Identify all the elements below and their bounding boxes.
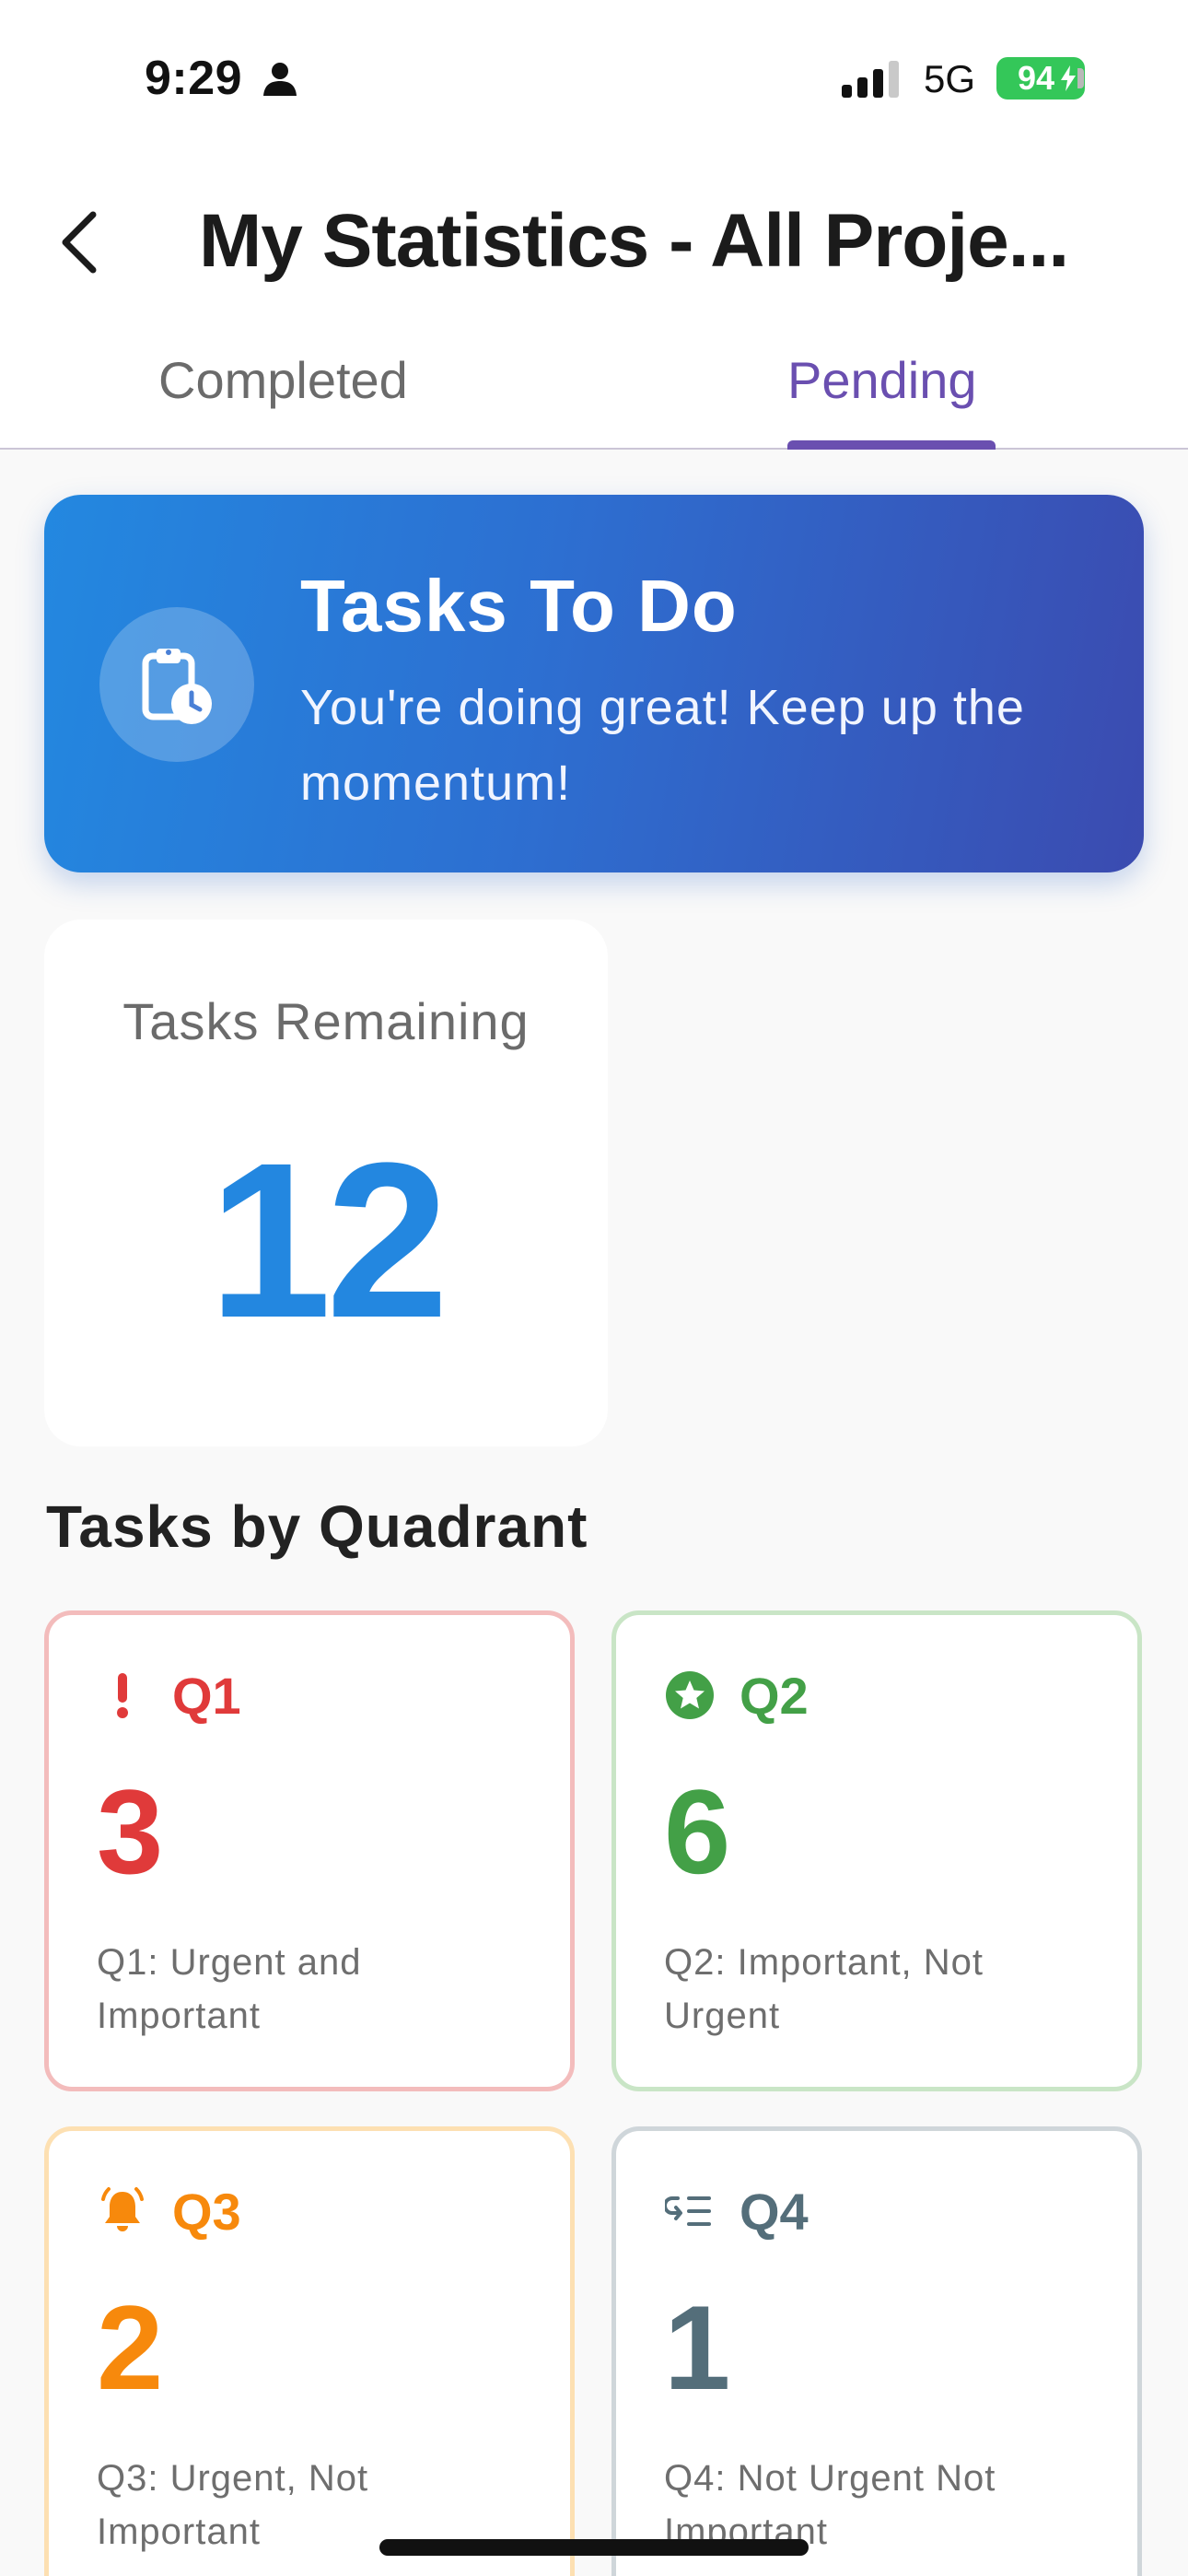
home-indicator[interactable] — [379, 2539, 809, 2556]
quadrant-card-q2[interactable]: Q2 6 Q2: Important, Not Urgent — [611, 1610, 1142, 2091]
back-button[interactable] — [46, 205, 111, 279]
status-bar: 9:29 5G 94 — [0, 0, 1188, 161]
quadrant-count: 2 — [97, 2280, 164, 2415]
section-title: Tasks by Quadrant — [46, 1493, 588, 1560]
star-circle-icon — [664, 1669, 716, 1721]
quadrant-header: Q2 — [664, 1663, 809, 1727]
quadrant-header: Q4 — [664, 2179, 809, 2243]
exclamation-icon — [97, 1669, 148, 1721]
quadrant-header: Q3 — [97, 2179, 241, 2243]
quadrant-count: 1 — [664, 2280, 731, 2415]
quadrant-card-q3[interactable]: Q3 2 Q3: Urgent, Not Important — [44, 2126, 575, 2576]
status-time: 9:29 — [145, 52, 243, 105]
battery-level: 94 — [1017, 59, 1055, 97]
charging-bolt-icon — [1061, 65, 1076, 91]
quadrant-count: 6 — [664, 1764, 731, 1899]
list-return-icon — [664, 2185, 716, 2237]
signal-icon — [842, 61, 899, 98]
quadrant-card-q4[interactable]: Q4 1 Q4: Not Urgent Not Important — [611, 2126, 1142, 2576]
battery-indicator: 94 — [996, 57, 1085, 100]
quadrant-card-q1[interactable]: Q1 3 Q1: Urgent and Important — [44, 1610, 575, 2091]
clipboard-clock-icon — [142, 649, 212, 724]
quadrant-description: Q1: Urgent and Important — [97, 1942, 362, 2036]
battery-cap — [1077, 68, 1084, 88]
screen: 9:29 5G 94 My Statistics - All Proje... — [0, 0, 1188, 2576]
quadrant-header: Q1 — [97, 1663, 241, 1727]
tab-completed[interactable]: Completed — [158, 350, 408, 410]
bell-icon — [97, 2185, 148, 2237]
quadrant-description: Q2: Important, Not Urgent — [664, 1942, 984, 2036]
person-icon — [263, 63, 297, 96]
chevron-left-icon — [62, 211, 97, 274]
tasks-remaining-label: Tasks Remaining — [122, 992, 530, 1050]
tab-bar: Completed Pending — [0, 322, 1188, 450]
hero-title: Tasks To Do — [300, 565, 738, 647]
active-tab-indicator — [787, 440, 996, 450]
nav-header: My Statistics - All Proje... — [0, 161, 1188, 322]
page-title: My Statistics - All Proje... — [199, 199, 1069, 283]
tasks-remaining-value: 12 — [208, 1117, 449, 1364]
tab-pending[interactable]: Pending — [787, 350, 977, 410]
tasks-to-do-banner: Tasks To Do You're doing great! Keep up … — [44, 495, 1144, 872]
tasks-remaining-card: Tasks Remaining 12 — [44, 919, 608, 1446]
quadrant-count: 3 — [97, 1764, 164, 1899]
quadrant-name: Q4 — [740, 2182, 809, 2241]
quadrant-name: Q3 — [172, 2182, 241, 2241]
quadrant-name: Q1 — [172, 1666, 241, 1725]
network-label: 5G — [924, 57, 976, 100]
hero-subtitle: You're doing great! Keep up the momentum… — [300, 680, 1025, 811]
hero-icon-container — [99, 607, 254, 762]
quadrant-name: Q2 — [740, 1666, 809, 1725]
